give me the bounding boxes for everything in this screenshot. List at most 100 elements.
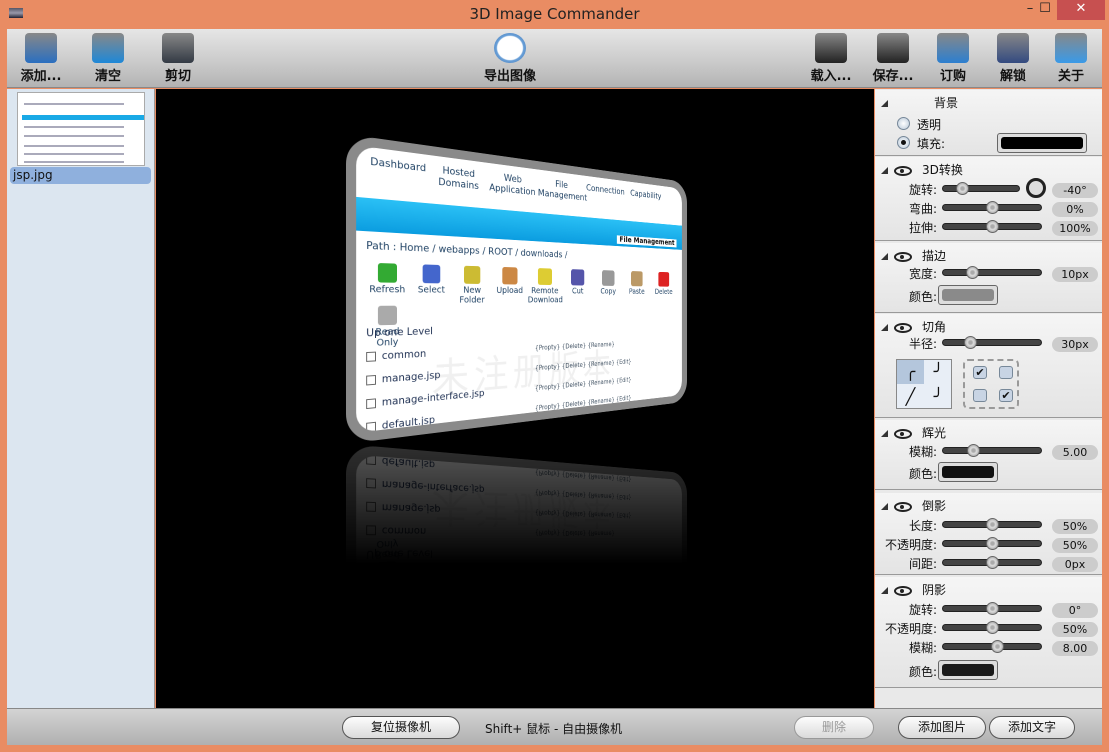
- collapse-triangle-icon[interactable]: [881, 167, 888, 174]
- corner-checkbox[interactable]: [973, 389, 987, 402]
- slider-thumb[interactable]: [964, 336, 978, 349]
- collapse-triangle-icon[interactable]: [881, 100, 888, 107]
- crop-button[interactable]: 剪切: [147, 33, 209, 84]
- rotate-slider[interactable]: [942, 602, 1042, 615]
- slider-thumb[interactable]: [986, 220, 999, 233]
- visibility-eye-icon[interactable]: [894, 322, 912, 333]
- color-swatch[interactable]: [938, 462, 998, 482]
- corner-checkbox-group: ✔ ✔: [963, 359, 1019, 409]
- bend-slider[interactable]: [942, 201, 1042, 214]
- section-header[interactable]: 3D转换: [881, 161, 963, 178]
- width-value[interactable]: 10px: [1052, 267, 1098, 282]
- load-button[interactable]: 载入...: [800, 33, 862, 84]
- corner-checkbox[interactable]: ✔: [973, 366, 987, 379]
- opacity-slider[interactable]: [942, 537, 1042, 550]
- transparent-radio[interactable]: [897, 117, 910, 130]
- clear-button[interactable]: 清空: [77, 33, 139, 84]
- delete-button[interactable]: 删除: [794, 716, 874, 739]
- slider-thumb[interactable]: [986, 201, 999, 214]
- length-slider[interactable]: [942, 518, 1042, 531]
- preview-nav-item: Hosted Domains: [438, 164, 479, 192]
- about-user-icon: [1055, 33, 1087, 63]
- add-image-button[interactable]: 添加...: [10, 33, 72, 84]
- save-icon: [877, 33, 909, 63]
- preview-nav-item: File Management: [537, 675, 588, 702]
- rotate-value[interactable]: 0°: [1052, 603, 1098, 618]
- 3d-canvas[interactable]: Dashboard Hosted Domains Web Application Fi…: [156, 89, 874, 708]
- toolbar-label: 导出图像: [483, 69, 536, 84]
- opacity-value[interactable]: 50%: [1052, 622, 1098, 637]
- blur-value[interactable]: 5.00: [1052, 445, 1098, 460]
- reset-rotation-icon[interactable]: [1026, 178, 1046, 198]
- corner-checkbox[interactable]: [999, 366, 1013, 379]
- width-slider[interactable]: [942, 266, 1042, 279]
- corner-style-option[interactable]: ╯: [925, 385, 952, 409]
- add-image-button[interactable]: 添加图片: [898, 716, 986, 739]
- visibility-eye-icon[interactable]: [894, 501, 912, 512]
- order-button[interactable]: 订购: [922, 33, 984, 84]
- gap-slider[interactable]: [942, 556, 1042, 569]
- slider-thumb[interactable]: [966, 266, 980, 279]
- reset-camera-button[interactable]: 复位摄像机: [342, 716, 460, 739]
- section-header[interactable]: 切角: [881, 318, 946, 335]
- section-header[interactable]: 背景: [881, 94, 958, 111]
- corner-style-option[interactable]: ╭: [897, 360, 924, 384]
- export-image-button[interactable]: 导出图像: [474, 33, 546, 84]
- section-title: 辉光: [922, 426, 947, 440]
- unlock-button[interactable]: 解锁: [982, 33, 1044, 84]
- preview-image[interactable]: Dashboard Hosted Domains Web Application Fi…: [346, 134, 688, 444]
- opacity-value[interactable]: 50%: [1052, 538, 1098, 553]
- slider-thumb[interactable]: [986, 602, 999, 615]
- color-swatch[interactable]: [938, 660, 998, 680]
- corner-style-picker[interactable]: ╭ ╯ ╱ ╯: [896, 359, 952, 409]
- slider-thumb[interactable]: [967, 444, 981, 457]
- visibility-eye-icon[interactable]: [894, 585, 912, 596]
- gap-value[interactable]: 0px: [1052, 557, 1098, 572]
- section-header[interactable]: 阴影: [881, 581, 946, 598]
- thumbnail-jsp[interactable]: [17, 92, 145, 166]
- preview-tool: Refresh: [364, 590, 410, 624]
- collapse-triangle-icon[interactable]: [881, 430, 888, 437]
- section-header[interactable]: 辉光: [881, 424, 946, 441]
- width-label: 宽度:: [908, 267, 937, 281]
- corner-checkbox[interactable]: ✔: [999, 389, 1013, 402]
- collapse-triangle-icon[interactable]: [881, 324, 888, 331]
- slider-thumb[interactable]: [986, 556, 999, 569]
- visibility-eye-icon[interactable]: [894, 428, 912, 439]
- corner-style-option[interactable]: ╱: [897, 385, 924, 409]
- visibility-eye-icon[interactable]: [894, 165, 912, 176]
- window-title: 3D Image Commander: [469, 5, 640, 23]
- add-text-button[interactable]: 添加文字: [989, 716, 1075, 739]
- bend-value[interactable]: 0%: [1052, 202, 1098, 217]
- slider-thumb[interactable]: [986, 621, 999, 634]
- blur-slider[interactable]: [942, 640, 1042, 653]
- blur-value[interactable]: 8.00: [1052, 641, 1098, 656]
- about-user-button[interactable]: 关于: [1040, 33, 1102, 84]
- section-header[interactable]: 倒影: [881, 497, 946, 514]
- slider-thumb[interactable]: [956, 182, 969, 195]
- stretch-value[interactable]: 100%: [1052, 221, 1098, 236]
- slider-thumb[interactable]: [986, 537, 999, 550]
- section-header[interactable]: 描边: [881, 247, 946, 264]
- blur-slider[interactable]: [942, 444, 1042, 457]
- length-value[interactable]: 50%: [1052, 519, 1098, 534]
- radius-value[interactable]: 30px: [1052, 337, 1098, 352]
- rotate-slider[interactable]: [942, 182, 1020, 195]
- save-button[interactable]: 保存...: [862, 33, 924, 84]
- collapse-triangle-icon[interactable]: [881, 587, 888, 594]
- opacity-slider[interactable]: [942, 621, 1042, 634]
- visibility-eye-icon[interactable]: [894, 251, 912, 262]
- radius-slider[interactable]: [942, 336, 1042, 349]
- fill-radio[interactable]: [897, 136, 910, 149]
- corner-style-option[interactable]: ╯: [925, 360, 952, 384]
- slider-thumb[interactable]: [986, 518, 999, 531]
- close-button[interactable]: ✕: [1057, 0, 1105, 20]
- collapse-triangle-icon[interactable]: [881, 253, 888, 260]
- stretch-slider[interactable]: [942, 220, 1042, 233]
- collapse-triangle-icon[interactable]: [881, 503, 888, 510]
- color-swatch[interactable]: [938, 285, 998, 305]
- background-color-swatch[interactable]: [997, 133, 1087, 153]
- rotate-value[interactable]: -40°: [1052, 183, 1098, 198]
- slider-thumb[interactable]: [990, 640, 1004, 653]
- file-item-name[interactable]: jsp.jpg: [10, 167, 151, 184]
